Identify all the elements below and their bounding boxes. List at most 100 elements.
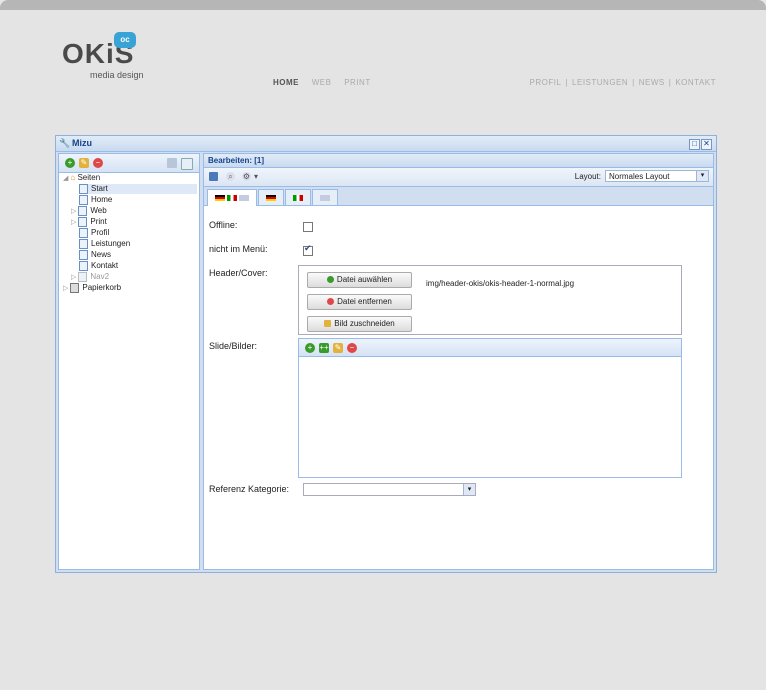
- header-cover-box: Datei auwählen Datei entfernen Bild zusc…: [298, 265, 682, 335]
- offline-checkbox[interactable]: [303, 222, 313, 232]
- select-file-button[interactable]: Datei auwählen: [307, 272, 412, 288]
- page-icon: [79, 261, 88, 271]
- tree-item-news[interactable]: News: [79, 250, 111, 260]
- slides-toolbar: + ++ ✎ −: [299, 339, 681, 357]
- image-path: img/header-okis/okis-header-1-normal.jpg: [426, 279, 575, 288]
- nav-web[interactable]: WEB: [312, 78, 332, 87]
- remove-icon[interactable]: −: [93, 158, 103, 168]
- site-logo[interactable]: OKiS oc media design: [62, 32, 144, 80]
- close-icon[interactable]: ✕: [701, 139, 712, 150]
- nav-print[interactable]: PRINT: [344, 78, 371, 87]
- remove-icon[interactable]: −: [347, 343, 357, 353]
- logo-badge: oc: [114, 32, 136, 48]
- tree-root[interactable]: ◢ ⌂ Seiten: [63, 173, 100, 183]
- save-icon[interactable]: [209, 172, 218, 181]
- window-buttons: □ ✕: [688, 138, 712, 150]
- expand-icon[interactable]: ▷: [71, 274, 76, 281]
- page-icon: [79, 250, 88, 260]
- page-icon: [79, 228, 88, 238]
- tree-toolbar: + ✎ −: [59, 154, 199, 173]
- edit-icon[interactable]: ✎: [333, 343, 343, 353]
- chevron-down-icon[interactable]: ▾: [696, 171, 708, 181]
- category-select[interactable]: ▾: [303, 483, 476, 496]
- tree-item-web[interactable]: ▷ Web: [71, 206, 107, 216]
- tree-item-home[interactable]: Home: [79, 195, 112, 205]
- page-tree-panel: + ✎ − ◢ ⌂ Seiten Start Home ▷ Web ▷ Print P…: [58, 153, 200, 570]
- editor-title: Bearbeiten: [1]: [204, 154, 713, 168]
- crop-image-button[interactable]: Bild zuschneiden: [307, 316, 412, 332]
- flag-gb-icon: [239, 194, 249, 201]
- tree-item-label: Web: [90, 206, 107, 216]
- tab-all-languages[interactable]: [207, 189, 257, 206]
- tree-item-label: Leistungen: [91, 239, 131, 249]
- expand-icon[interactable]: ◢: [63, 175, 68, 182]
- copy-icon[interactable]: [181, 158, 193, 170]
- remove-file-button[interactable]: Datei entfernen: [307, 294, 412, 310]
- tree-item-label: Kontakt: [91, 261, 119, 271]
- settings-icon[interactable]: ⚙: [242, 172, 251, 181]
- tree-item-nav2[interactable]: ▷ Nav2: [71, 272, 109, 282]
- tree-item-leistungen[interactable]: Leistungen: [79, 239, 130, 249]
- layout-select[interactable]: Normales Layout ▾: [605, 170, 709, 182]
- logo-subtitle: media design: [90, 70, 144, 80]
- tree-item-label: News: [91, 250, 112, 260]
- add-multiple-icon[interactable]: ++: [319, 343, 329, 353]
- tab-italian[interactable]: [285, 189, 311, 205]
- editor-panel: Bearbeiten: [1] ⌕ ⚙ ▾ Layout: Normales L…: [203, 153, 714, 570]
- move-icon[interactable]: [167, 158, 177, 168]
- search-icon[interactable]: ⌕: [226, 172, 235, 181]
- nav-separator: |: [668, 78, 672, 87]
- page-icon: [78, 206, 88, 216]
- tree-item-label: Print: [90, 217, 107, 227]
- tab-english[interactable]: [312, 189, 338, 205]
- nav-news[interactable]: NEWS: [639, 78, 665, 87]
- tree-item-kontakt[interactable]: Kontakt: [79, 261, 118, 271]
- tree-item-label: Start: [91, 184, 108, 194]
- expand-icon[interactable]: ▷: [71, 219, 76, 226]
- flag-gb-icon: [320, 194, 330, 201]
- trash-icon: [70, 283, 80, 293]
- page-icon: [78, 217, 88, 227]
- slides-grid: + ++ ✎ −: [298, 338, 682, 478]
- tree-item-label: Nav2: [90, 272, 110, 282]
- expand-icon[interactable]: ▷: [71, 208, 76, 215]
- layout-select-value: Normales Layout: [609, 172, 670, 181]
- nav-profil[interactable]: PROFIL: [530, 78, 562, 87]
- editor-toolbar: ⌕ ⚙ ▾ Layout: Normales Layout ▾: [204, 168, 713, 187]
- tree-trash-label: Papierkorb: [82, 283, 122, 293]
- maximize-icon[interactable]: □: [689, 139, 700, 150]
- page-icon: [79, 184, 88, 194]
- tree-item-print[interactable]: ▷ Print: [71, 217, 107, 227]
- refresh-icon: [326, 276, 334, 284]
- tree-item-start[interactable]: Start: [79, 184, 197, 194]
- add-icon[interactable]: +: [65, 158, 75, 168]
- tab-german[interactable]: [258, 189, 284, 205]
- home-icon: ⌂: [70, 173, 76, 182]
- nav-separator: |: [632, 78, 635, 87]
- folder-icon: [78, 272, 88, 282]
- nav-kontakt[interactable]: KONTAKT: [675, 78, 716, 87]
- main-nav: HOME WEB PRINT: [273, 78, 381, 87]
- page-icon: [79, 195, 88, 205]
- flag-it-icon: [293, 194, 303, 201]
- slides-label: Slide/Bilder:: [209, 341, 258, 351]
- flag-de-icon: [266, 194, 276, 201]
- chevron-down-icon[interactable]: ▾: [253, 172, 259, 182]
- cms-window: 🔧 Mizu □ ✕ + ✎ − ◢ ⌂ Seiten Start Home ▷ We…: [55, 135, 717, 573]
- add-icon[interactable]: +: [305, 343, 315, 353]
- tree-trash[interactable]: ▷ Papierkorb: [63, 283, 121, 293]
- nav-separator: |: [565, 78, 569, 87]
- expand-icon[interactable]: ▷: [63, 285, 68, 292]
- tree-item-profil[interactable]: Profil: [79, 228, 109, 238]
- page-icon: [79, 239, 88, 249]
- remove-icon: [327, 298, 335, 306]
- nav-leistungen[interactable]: LEISTUNGEN: [572, 78, 628, 87]
- category-label: Referenz Kategorie:: [209, 484, 290, 494]
- edit-icon[interactable]: ✎: [79, 158, 89, 168]
- hidden-in-menu-checkbox[interactable]: [303, 243, 313, 256]
- nav-home[interactable]: HOME: [273, 78, 299, 87]
- chevron-down-icon[interactable]: ▾: [463, 484, 475, 495]
- select-file-label: Datei auwählen: [336, 275, 393, 284]
- window-titlebar[interactable]: 🔧 Mizu □ ✕: [56, 136, 716, 152]
- hidden-in-menu-label: nicht im Menü:: [209, 244, 268, 254]
